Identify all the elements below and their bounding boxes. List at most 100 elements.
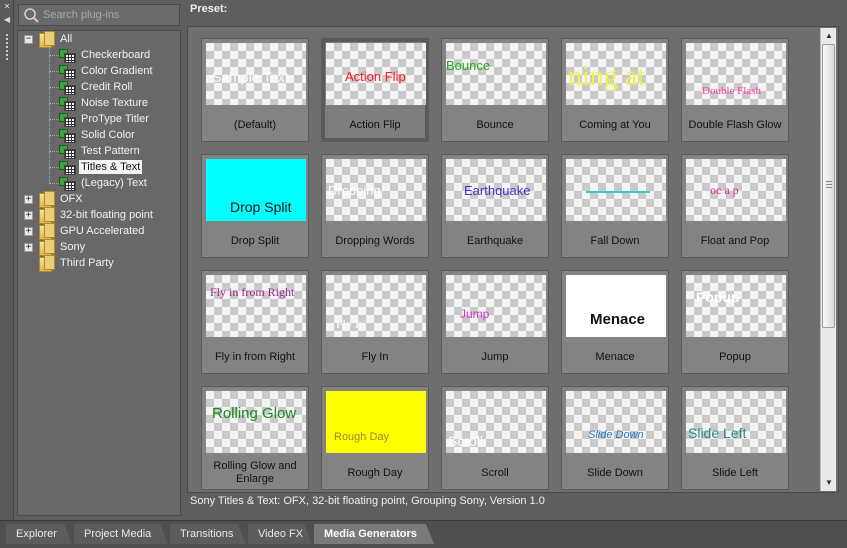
tree-folder[interactable]: +32-bit floating point	[24, 207, 155, 224]
scroll-down-arrow-icon[interactable]: ▼	[821, 475, 837, 491]
preset-thumbnail: Rough Day	[326, 391, 426, 453]
preset-caption: Dropping Words	[335, 234, 415, 247]
expand-icon[interactable]: +	[24, 194, 33, 204]
preset-card[interactable]: Slide Left Slide Left	[681, 386, 789, 490]
tree-item[interactable]: Color Gradient	[59, 63, 155, 79]
tree-connector	[49, 103, 59, 104]
tree-item-label: Test Pattern	[81, 145, 140, 157]
plugin-description: Sony Titles & Text: OFX, 32-bit floating…	[190, 495, 545, 507]
preset-card[interactable]: Rolling Glow Rolling Glow and Enlarge	[201, 386, 309, 490]
plugin-icon	[59, 112, 76, 127]
tree-folder[interactable]: + OFX	[24, 191, 85, 208]
preset-card[interactable]: Earthquake Earthquake	[441, 154, 549, 258]
tree-folder[interactable]: + Sony	[24, 239, 87, 256]
plugin-icon	[59, 128, 76, 143]
preset-card[interactable]: Menace Menace	[561, 270, 669, 374]
preset-card[interactable]: Action Flip Action Flip	[321, 38, 429, 142]
tree-item-label: Noise Texture	[81, 97, 149, 109]
tree-connector	[49, 183, 59, 184]
preset-card[interactable]: Scroll Scroll	[441, 386, 549, 490]
preset-card[interactable]: Fall Down	[561, 154, 669, 258]
preset-thumbnail	[566, 159, 666, 221]
expand-icon[interactable]: +	[24, 226, 33, 236]
folder-icon	[39, 207, 55, 224]
preset-card[interactable]: Double Flash Double Flash Glow	[681, 38, 789, 142]
search-input[interactable]	[43, 7, 177, 23]
tree-item[interactable]: Solid Color	[59, 127, 137, 143]
tree-item-label: Third Party	[60, 257, 114, 269]
preset-card[interactable]: Jump Jump	[441, 270, 549, 374]
tree-folder[interactable]: Third Party	[24, 255, 116, 272]
preset-thumbnail: Dropping	[326, 159, 426, 221]
expand-icon[interactable]: +	[24, 242, 33, 252]
tree-item[interactable]: (Legacy) Text	[59, 175, 149, 191]
tree-connector	[49, 135, 59, 136]
tree-item[interactable]: ProType Titler	[59, 111, 151, 127]
preset-card[interactable]: Sample Text (Default)	[201, 38, 309, 142]
preset-thumbnail: Fly in from Right	[206, 275, 306, 337]
preset-thumbnail: Popup	[686, 275, 786, 337]
tree-connector	[49, 151, 59, 152]
tree-item-label: Checkerboard	[81, 49, 151, 61]
thumbnail-text: Drop Split	[230, 199, 292, 215]
plugin-icon	[59, 96, 76, 111]
preset-thumbnail: Fly In	[326, 275, 426, 337]
preset-card[interactable]: Drop Split Drop Split	[201, 154, 309, 258]
preset-card[interactable]: ning at Coming at You	[561, 38, 669, 142]
folder-icon	[39, 31, 55, 48]
preset-card[interactable]: Popup Popup	[681, 270, 789, 374]
pin-icon[interactable]: ◀	[3, 16, 11, 24]
preset-card[interactable]: Bounce Bounce	[441, 38, 549, 142]
tab-transitions[interactable]: Transitions	[170, 524, 246, 544]
preset-card[interactable]: oc a p Float and Pop	[681, 154, 789, 258]
plugin-icon	[59, 48, 76, 63]
preset-card[interactable]: Fly In Fly In	[321, 270, 429, 374]
preset-card[interactable]: Dropping Dropping Words	[321, 154, 429, 258]
tree-item[interactable]: Checkerboard	[59, 47, 152, 63]
preset-caption: Slide Left	[712, 466, 758, 479]
preset-caption: Fly in from Right	[214, 350, 296, 363]
thumbnail-text: Slide Left	[688, 425, 747, 441]
preset-thumbnail: Sample Text	[206, 43, 306, 105]
scroll-thumb[interactable]	[822, 44, 835, 328]
thumbnail-text: Earthquake	[464, 183, 531, 198]
scroll-up-arrow-icon[interactable]: ▲	[821, 28, 837, 44]
tree-connector	[49, 47, 50, 183]
preset-caption: Rolling Glow and Enlarge	[213, 460, 297, 485]
preset-thumbnail: Slide Down	[566, 391, 666, 453]
search-icon	[24, 8, 39, 23]
preset-caption: Slide Down	[587, 466, 643, 479]
search-box[interactable]	[18, 4, 180, 26]
tree-folder[interactable]: − All	[24, 31, 74, 48]
tab-project-media[interactable]: Project Media	[74, 524, 168, 544]
tab-explorer[interactable]: Explorer	[6, 524, 72, 544]
plugin-icon	[59, 64, 76, 79]
thumbnail-text: Scroll	[448, 433, 484, 449]
preset-card[interactable]: Fly in from Right Fly in from Right	[201, 270, 309, 374]
preset-caption: Fall Down	[590, 234, 640, 247]
preset-card[interactable]: Rough Day Rough Day	[321, 386, 429, 490]
drag-handle-icon[interactable]	[6, 34, 8, 60]
tree-item[interactable]: Credit Roll	[59, 79, 134, 95]
preset-caption: Action Flip	[349, 118, 401, 131]
preset-thumbnail: Rolling Glow	[206, 391, 306, 453]
thumbnail-text: Fly In	[336, 317, 366, 331]
tree-item[interactable]: Test Pattern	[59, 143, 142, 159]
preset-caption: Jump	[481, 350, 509, 363]
thumbnail-text: oc a p	[710, 183, 739, 197]
thumbnail-text: Popup	[696, 289, 740, 305]
preset-caption: Menace	[595, 350, 635, 363]
thumbnail-text: ning at	[568, 61, 645, 92]
preset-card[interactable]: Slide Down Slide Down	[561, 386, 669, 490]
preset-caption: Scroll	[481, 466, 509, 479]
tree-item[interactable]: Titles & Text	[59, 159, 143, 175]
folder-icon	[39, 191, 55, 208]
close-icon[interactable]: ✕	[3, 3, 11, 11]
tree-folder[interactable]: + GPU Accelerated	[24, 223, 146, 240]
tab-video-fx[interactable]: Video FX	[248, 524, 312, 544]
expand-icon[interactable]: +	[24, 210, 33, 220]
tab-media-generators[interactable]: Media Generators	[314, 524, 434, 544]
tree-item[interactable]: Noise Texture	[59, 95, 150, 111]
collapse-icon[interactable]: −	[24, 34, 33, 44]
vertical-scrollbar[interactable]: ▲ ▼	[820, 28, 836, 491]
